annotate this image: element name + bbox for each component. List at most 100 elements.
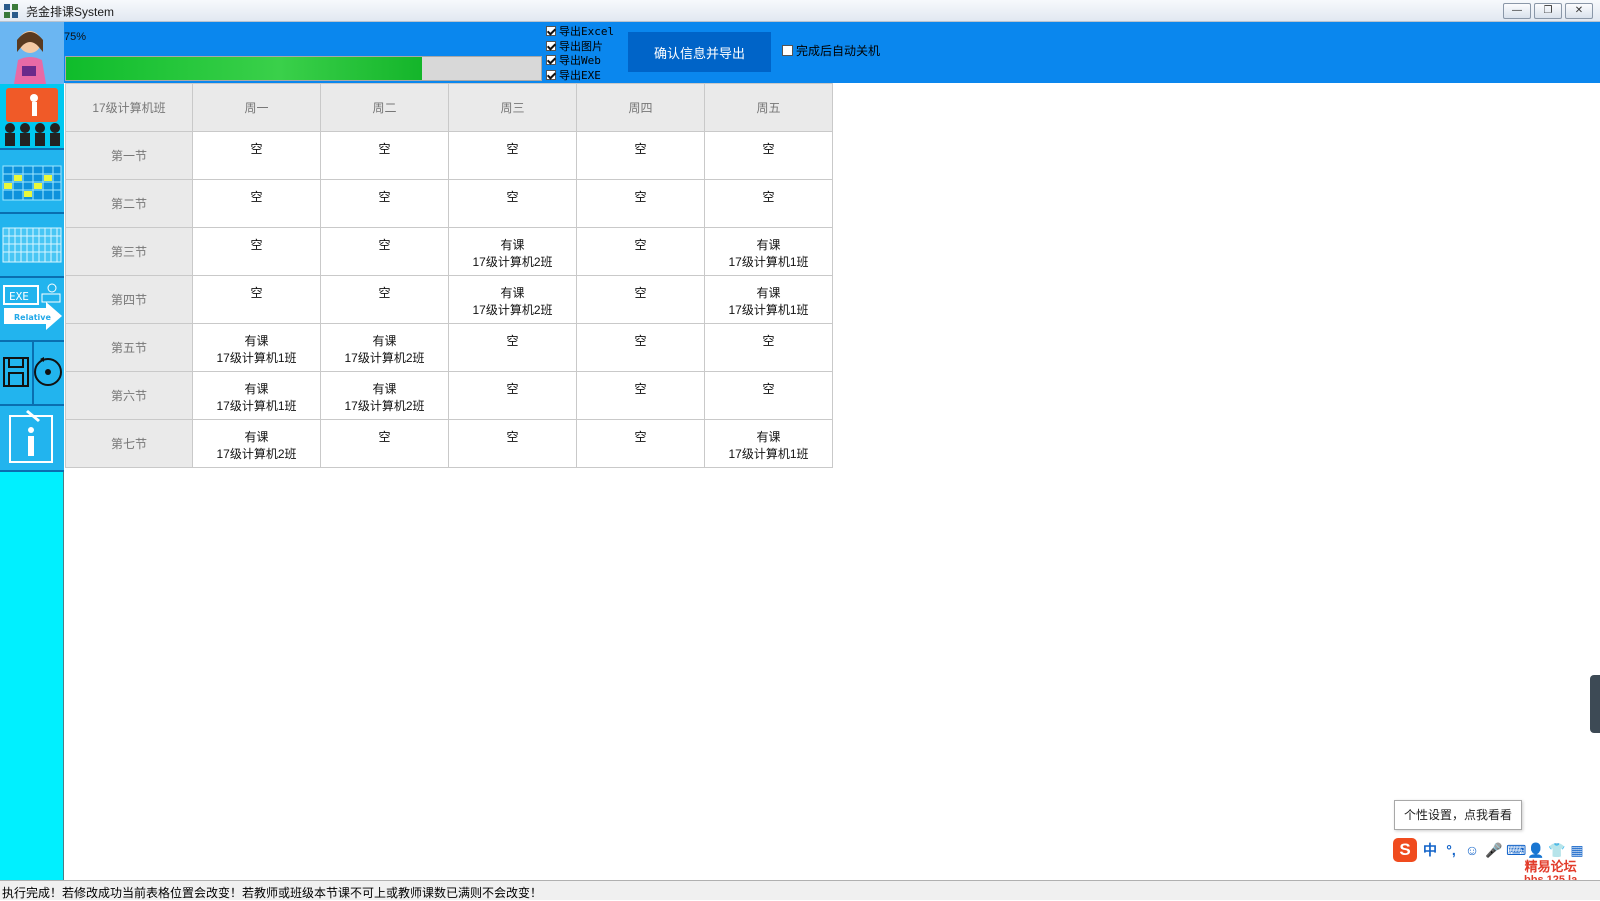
schedule-grid-icon[interactable] (0, 150, 64, 214)
schedule-cell[interactable]: 有课 17级计算机2班 (320, 371, 449, 420)
schedule-cell[interactable]: 空 (320, 419, 449, 468)
schedule-cell[interactable]: 空 (576, 275, 705, 324)
export-exe-option[interactable]: 导出EXE (546, 68, 626, 83)
schedule-cell[interactable]: 空 (320, 227, 449, 276)
cell-class: 17级计算机2班 (216, 447, 297, 461)
cell-status: 空 (506, 430, 519, 444)
grid-menu-icon[interactable]: ▦ (1569, 842, 1585, 858)
cell-class: 17级计算机1班 (728, 255, 809, 269)
export-excel-checkbox[interactable] (546, 26, 556, 37)
status-message: 执行完成！若修改成功当前表格位置会改变！若教师或班级本节课不可上或教师课数已满则… (2, 886, 543, 900)
schedule-cell[interactable]: 有课 17级计算机1班 (704, 275, 833, 324)
grid-view-icon[interactable] (0, 214, 64, 278)
cell-status: 空 (250, 238, 263, 252)
cell-status: 空 (378, 238, 391, 252)
status-bar: 执行完成！若修改成功当前表格位置会改变！若教师或班级本节课不可上或教师课数已满则… (0, 880, 1600, 900)
progress-bar (65, 56, 542, 81)
minimize-button[interactable]: — (1503, 3, 1531, 19)
schedule-cell[interactable]: 有课 17级计算机2班 (448, 275, 577, 324)
table-row: 第七节 有课 17级计算机2班 空 空 空 有课 17级计算机1班 (65, 419, 833, 468)
cell-status: 空 (378, 286, 391, 300)
microphone-icon[interactable]: 🎤 (1485, 842, 1502, 858)
table-row: 第五节 有课 17级计算机1班 有课 17级计算机2班空空空 (65, 323, 833, 372)
cell-status: 空 (506, 190, 519, 204)
chinese-mode-icon[interactable]: 中 (1422, 842, 1438, 858)
cell-status: 空 (634, 382, 647, 396)
export-exe-checkbox[interactable] (546, 69, 556, 80)
schedule-cell[interactable]: 有课 17级计算机1班 (192, 371, 321, 420)
schedule-cell[interactable]: 空 (576, 131, 705, 180)
schedule-cell[interactable]: 空 (576, 419, 705, 468)
maximize-button[interactable]: ❐ (1534, 3, 1562, 19)
schedule-cell[interactable]: 空 (576, 323, 705, 372)
schedule-cell[interactable]: 空 (192, 275, 321, 324)
schedule-cell[interactable]: 空 (192, 227, 321, 276)
user-icon[interactable]: 👤 (1527, 842, 1544, 858)
window-title: 尧金排课System (26, 5, 115, 19)
auto-shutdown-checkbox[interactable] (782, 45, 793, 56)
teacher-class-icon[interactable] (0, 84, 64, 150)
schedule-cell[interactable]: 有课 17级计算机1班 (704, 419, 833, 468)
info-icon[interactable] (0, 406, 64, 472)
schedule-cell[interactable]: 有课 17级计算机2班 (192, 419, 321, 468)
schedule-cell[interactable]: 空 (704, 371, 833, 420)
schedule-cell[interactable]: 空 (448, 419, 577, 468)
export-web-option[interactable]: 导出Web (546, 53, 626, 68)
day-header: 周二 (320, 83, 449, 132)
side-handle[interactable] (1590, 675, 1600, 733)
confirm-export-button[interactable]: 确认信息并导出 (628, 32, 771, 72)
day-header: 周四 (576, 83, 705, 132)
schedule-cell[interactable]: 空 (320, 131, 449, 180)
auto-shutdown-option[interactable]: 完成后自动关机 (782, 42, 880, 59)
export-image-option[interactable]: 导出图片 (546, 39, 626, 54)
table-row: 第二节 空 空 空 空 空 (65, 179, 833, 228)
teacher-avatar-icon[interactable] (0, 22, 64, 84)
schedule-cell[interactable]: 有课 17级计算机1班 (704, 227, 833, 276)
punctuation-icon[interactable]: °, (1443, 842, 1459, 858)
schedule-cell[interactable]: 空 (448, 179, 577, 228)
cell-status: 空 (250, 190, 263, 204)
keyboard-icon[interactable]: ⌨ (1506, 842, 1526, 858)
schedule-cell[interactable]: 空 (704, 179, 833, 228)
cell-status: 空 (378, 430, 391, 444)
schedule-cell[interactable]: 空 (576, 371, 705, 420)
auto-shutdown-label: 完成后自动关机 (796, 44, 881, 58)
schedule-cell[interactable]: 空 (576, 227, 705, 276)
schedule-cell[interactable]: 有课 17级计算机2班 (448, 227, 577, 276)
export-exe-icon[interactable]: EXE Relative (0, 278, 64, 342)
schedule-cell[interactable]: 空 (320, 179, 449, 228)
cell-status: 空 (506, 142, 519, 156)
schedule-cell[interactable]: 有课 17级计算机2班 (320, 323, 449, 372)
cell-status: 空 (762, 334, 775, 348)
schedule-cell[interactable]: 空 (704, 323, 833, 372)
schedule-cell[interactable]: 空 (448, 323, 577, 372)
table-row: 第四节 空 空 有课 17级计算机2班 空 有课 17级计算机1班 (65, 275, 833, 324)
schedule-cell[interactable]: 空 (320, 275, 449, 324)
cell-class: 17级计算机2班 (344, 399, 425, 413)
day-header: 周五 (704, 83, 833, 132)
day-header: 周一 (192, 83, 321, 132)
cell-status: 有课 (756, 286, 781, 300)
emoji-icon[interactable]: ☺ (1464, 842, 1480, 858)
table-row: 第三节 空 空 有课 17级计算机2班 空 有课 17级计算机1班 (65, 227, 833, 276)
schedule-cell[interactable]: 空 (192, 131, 321, 180)
cell-status: 空 (762, 382, 775, 396)
cell-class: 17级计算机2班 (344, 351, 425, 365)
export-image-checkbox[interactable] (546, 40, 556, 51)
sogou-logo-icon[interactable]: S (1393, 838, 1417, 862)
close-button[interactable]: ✕ (1565, 3, 1593, 19)
exe-label: EXE (9, 290, 29, 303)
schedule-cell[interactable]: 空 (448, 131, 577, 180)
export-web-checkbox[interactable] (546, 55, 556, 66)
schedule-cell[interactable]: 空 (448, 371, 577, 420)
export-excel-option[interactable]: 导出Excel (546, 24, 626, 39)
schedule-cell[interactable]: 空 (576, 179, 705, 228)
schedule-table: 17级计算机班 周一 周二 周三 周四 周五 第一节空空空空空第二节空空空空空第… (65, 83, 833, 468)
schedule-cell[interactable]: 空 (192, 179, 321, 228)
schedule-cell[interactable]: 有课 17级计算机1班 (192, 323, 321, 372)
ime-tooltip[interactable]: 个性设置，点我看看 (1394, 800, 1522, 830)
cell-status: 空 (634, 238, 647, 252)
schedule-cell[interactable]: 空 (704, 131, 833, 180)
skin-icon[interactable]: 👕 (1548, 842, 1565, 858)
cell-status: 有课 (244, 382, 269, 396)
